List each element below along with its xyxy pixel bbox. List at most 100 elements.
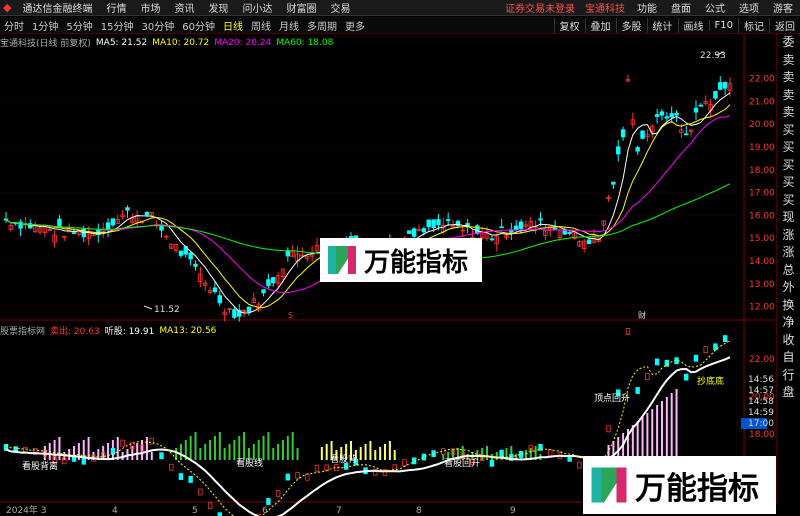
tab-period[interactable]: 分时: [0, 18, 28, 33]
candle-body: [514, 225, 519, 231]
candle-body: [518, 221, 524, 229]
price-tick-label: 19.00: [749, 143, 775, 153]
side-label: 买: [782, 140, 795, 154]
indicator-candle: [703, 346, 708, 354]
indicator-candle: [402, 459, 407, 467]
candle-body: [57, 218, 62, 228]
menu-options[interactable]: 选项: [732, 0, 766, 15]
watermark-icon: [591, 467, 627, 503]
overlay-button[interactable]: 叠加: [584, 17, 616, 33]
indicator-candle: [275, 489, 281, 497]
side-label: 卖: [782, 70, 795, 84]
draw-button[interactable]: 画线: [677, 17, 709, 33]
indicator-candle: [305, 473, 310, 481]
indicator-tick-label: 22.00: [749, 355, 775, 365]
side-label: 买: [782, 175, 795, 189]
stats-button[interactable]: 统计: [646, 17, 678, 33]
indicator-candle: [499, 449, 504, 457]
watermark-text: 万能指标: [364, 247, 469, 278]
menu-market2[interactable]: 市场: [133, 0, 167, 15]
menu-news[interactable]: 资讯: [167, 0, 201, 15]
app-title: 通达信金融终端: [22, 4, 93, 15]
price-tick-label: 21.00: [749, 97, 775, 107]
candle-body: [718, 82, 723, 90]
candle-body: [407, 230, 412, 234]
chart-title: 宝通科技(日线 前复权): [0, 39, 91, 49]
watermark-text: 万能指标: [635, 470, 759, 507]
login-notice[interactable]: 证券交易未登录: [500, 0, 580, 15]
menu-bar: ◆ 通达信金融终端 行情 市场 资讯 发现 问小达 财富圈 交易 证券交易未登录…: [0, 0, 800, 16]
tab-period[interactable]: 60分钟: [178, 18, 219, 33]
stock-name: 宝通科技: [585, 4, 625, 15]
candle-body: [105, 222, 111, 231]
side-label: 外: [782, 280, 795, 294]
indicator-candle: [285, 473, 291, 481]
candle-body: [188, 252, 193, 260]
tab-period[interactable]: 5分钟: [62, 18, 96, 33]
date-tick-label: 7: [336, 506, 342, 516]
menu-wealth[interactable]: 财富圈: [279, 0, 323, 15]
multi-stock-button[interactable]: 多股: [615, 17, 647, 33]
candle-body: [411, 228, 417, 237]
menu-trade[interactable]: 交易: [323, 0, 357, 15]
ma5-value: MA5: 21.52: [95, 37, 148, 48]
tab-period[interactable]: 多周期: [303, 18, 341, 33]
candle-body: [18, 221, 23, 229]
candle-body: [445, 219, 451, 221]
candle-body: [110, 218, 116, 226]
candle-body: [246, 306, 252, 313]
listen-value: 听股: 19.91: [104, 327, 155, 337]
tab-period[interactable]: 月线: [275, 18, 303, 33]
candle-body: [552, 227, 558, 230]
price-tick-label: 15.00: [749, 234, 775, 244]
indicator-candle: [169, 463, 174, 471]
candle-body: [684, 133, 689, 136]
menu-function[interactable]: 功能: [630, 0, 664, 15]
candle-body: [217, 295, 222, 304]
indicator-candle: [606, 425, 611, 433]
tab-period[interactable]: 周线: [247, 18, 275, 33]
price-tick-label: 13.00: [749, 280, 775, 290]
side-label: 买: [782, 157, 795, 172]
candle-body: [266, 279, 271, 287]
price-tick-label: 14.00: [749, 257, 775, 267]
side-label: 现: [782, 210, 795, 224]
menu-market[interactable]: 行情: [99, 0, 133, 15]
indicator-candle: [693, 354, 699, 362]
candle-body: [212, 287, 218, 293]
menu-panel[interactable]: 盘面: [664, 0, 698, 15]
tab-period[interactable]: 30分钟: [137, 18, 178, 33]
indicator-candle: [645, 373, 650, 381]
low-price-label: 11.52: [154, 305, 180, 315]
menu-formula[interactable]: 公式: [698, 0, 732, 15]
back-button[interactable]: 返回: [769, 17, 800, 33]
f10-button[interactable]: F10: [708, 19, 738, 31]
tab-period[interactable]: 15分钟: [97, 18, 138, 33]
menu-ask[interactable]: 问小达: [235, 0, 279, 15]
quote-side-panel: 委 卖 卖 卖 卖 买 买 买 买 买 现 涨 涨 总 外 换 净 收 自 行 …: [776, 34, 800, 504]
indicator-candle: [207, 502, 213, 510]
candle-body: [586, 239, 592, 244]
candle-body: [620, 129, 626, 138]
price-tick-label: 17.00: [749, 189, 775, 199]
side-label: 委: [782, 35, 795, 49]
tab-period[interactable]: 1分钟: [28, 18, 62, 33]
date-tick-label: 8: [416, 506, 422, 516]
adjust-button[interactable]: 复权: [553, 17, 585, 33]
mark-button[interactable]: 标记: [738, 17, 769, 33]
candle-body: [144, 211, 150, 216]
candle-body: [421, 228, 427, 233]
price-tick-label: 20.00: [749, 120, 775, 130]
side-label: 卖: [782, 87, 795, 102]
user-label[interactable]: 游客: [766, 0, 800, 15]
indicator-candle: [635, 387, 640, 394]
indicator-annotation: 抄底底: [697, 375, 724, 387]
tab-period-active[interactable]: 日线: [219, 18, 247, 33]
candle-body: [232, 309, 237, 318]
menu-discover[interactable]: 发现: [201, 0, 235, 15]
side-label: 卖: [782, 52, 795, 67]
candle-body: [178, 250, 184, 256]
time-label: 14:58: [748, 397, 774, 407]
indicator-name: 股票指标网: [0, 327, 46, 337]
tab-period[interactable]: 更多: [341, 18, 369, 33]
